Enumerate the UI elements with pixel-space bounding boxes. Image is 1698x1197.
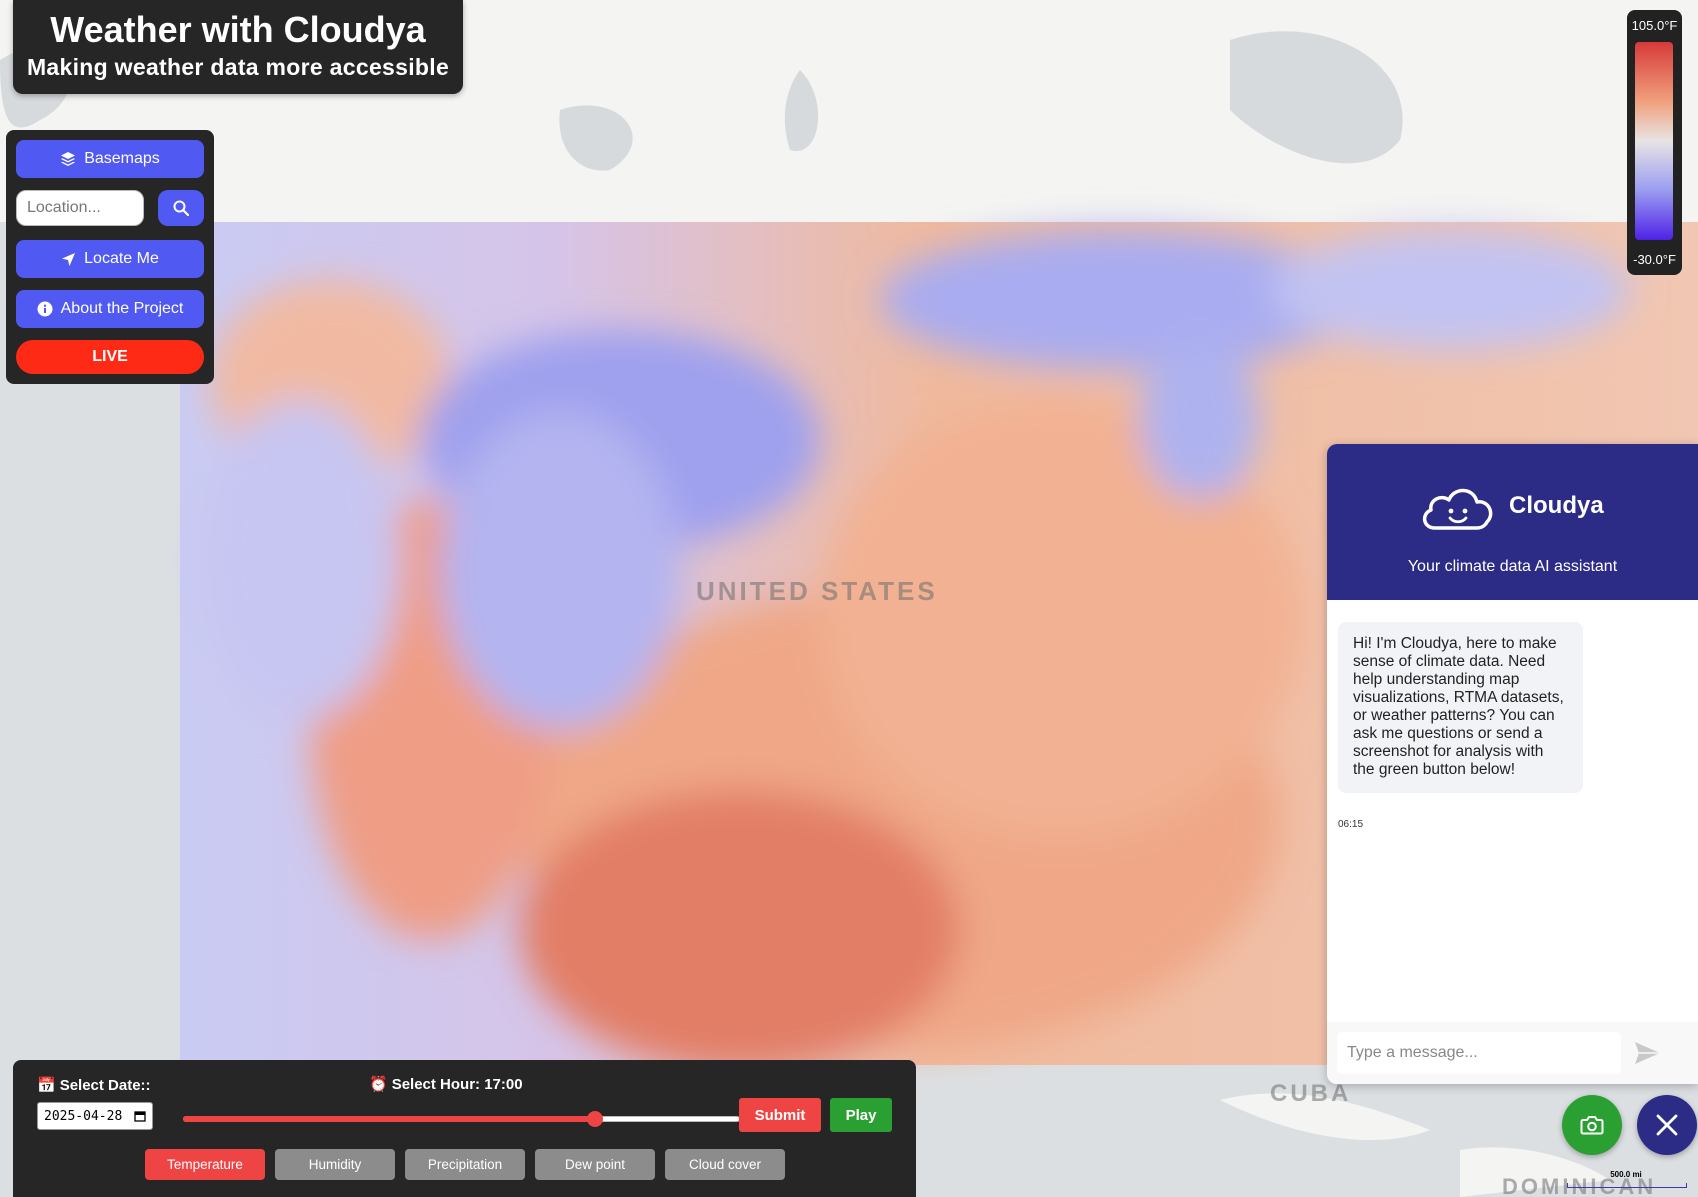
close-chat-button[interactable]	[1637, 1095, 1697, 1155]
layer-button-humidity[interactable]: Humidity	[275, 1149, 395, 1180]
layers-icon	[61, 152, 76, 166]
layer-button-dew-point[interactable]: Dew point	[535, 1149, 655, 1180]
location-arrow-icon	[62, 252, 76, 266]
chat-assistant-subtitle: Your climate data AI assistant	[1407, 558, 1618, 575]
select-date-label: Select Date::	[59, 1076, 151, 1094]
chat-message-time: 06:15	[1338, 819, 1364, 830]
basemaps-label: Basemaps	[84, 150, 160, 167]
play-button[interactable]: Play	[830, 1098, 892, 1132]
app-title: Weather with Cloudya	[50, 9, 426, 50]
calendar-icon: 📅	[37, 1077, 56, 1094]
live-button[interactable]: LIVE	[16, 340, 204, 374]
search-button[interactable]	[158, 190, 204, 226]
layer-button-temperature[interactable]: Temperature	[145, 1149, 265, 1180]
chat-assistant-name: Cloudya	[1509, 492, 1604, 519]
map-scale-bar: 500.0 mi	[1562, 1170, 1690, 1190]
submit-button[interactable]: Submit	[739, 1098, 821, 1132]
hour-slider-thumb[interactable]	[586, 1111, 603, 1127]
scale-label: 500.0 mi	[1610, 1170, 1642, 1179]
send-icon	[1635, 1041, 1660, 1064]
chat-panel: Cloudya Your climate data AI assistant H…	[1327, 444, 1698, 1084]
info-icon	[37, 301, 53, 317]
select-hour-label: Select Hour: 17:00	[391, 1075, 523, 1093]
search-icon	[173, 200, 189, 216]
hour-slider-fill	[183, 1116, 595, 1122]
send-button[interactable]	[1627, 1036, 1663, 1072]
alarm-clock-icon: ⏰	[369, 1076, 388, 1093]
layer-button-precipitation[interactable]: Precipitation	[405, 1149, 525, 1180]
camera-icon	[1580, 1116, 1604, 1135]
about-project-label: About the Project	[60, 300, 184, 317]
legend-max-label: 105.0°F	[1631, 18, 1678, 33]
cloud-face-icon	[1422, 488, 1493, 530]
time-control-bar: 📅 Select Date:: 2025-04-28 ⏰ Select Hour…	[13, 1060, 916, 1197]
chat-message-bubble: Hi! I'm Cloudya, here to make sense of c…	[1338, 622, 1583, 793]
chat-message-input[interactable]	[1337, 1032, 1621, 1074]
map-control-panel: Basemaps Locate Me About the Project LIV…	[6, 130, 214, 384]
chat-header: Cloudya Your climate data AI assistant	[1327, 444, 1698, 600]
legend-min-label: -30.0°F	[1633, 252, 1676, 267]
date-picker-input[interactable]: 2025-04-28	[37, 1102, 153, 1130]
about-project-button[interactable]: About the Project	[16, 290, 204, 328]
date-label-row: 📅 Select Date::	[37, 1076, 151, 1095]
hour-label-row: ⏰ Select Hour: 17:00	[369, 1075, 523, 1094]
app-subtitle: Making weather data more accessible	[26, 54, 450, 80]
chat-input-row	[1327, 1022, 1698, 1084]
date-value: 2025-04-28	[44, 1108, 123, 1124]
layer-button-cloud-cover[interactable]: Cloud cover	[665, 1149, 785, 1180]
calendar-picker-icon	[134, 1111, 146, 1122]
basemaps-button[interactable]: Basemaps	[16, 140, 204, 178]
screenshot-camera-button[interactable]	[1562, 1095, 1622, 1155]
temperature-legend: 105.0°F -30.0°F	[1627, 10, 1682, 275]
location-search-input[interactable]	[16, 190, 144, 226]
close-icon	[1656, 1114, 1678, 1136]
hour-slider[interactable]	[183, 1110, 740, 1128]
title-banner: Weather with Cloudya Making weather data…	[13, 0, 463, 94]
locate-me-button[interactable]: Locate Me	[16, 240, 204, 278]
locate-me-label: Locate Me	[84, 250, 159, 267]
scale-line	[1567, 1183, 1687, 1188]
legend-color-bar	[1635, 42, 1673, 240]
